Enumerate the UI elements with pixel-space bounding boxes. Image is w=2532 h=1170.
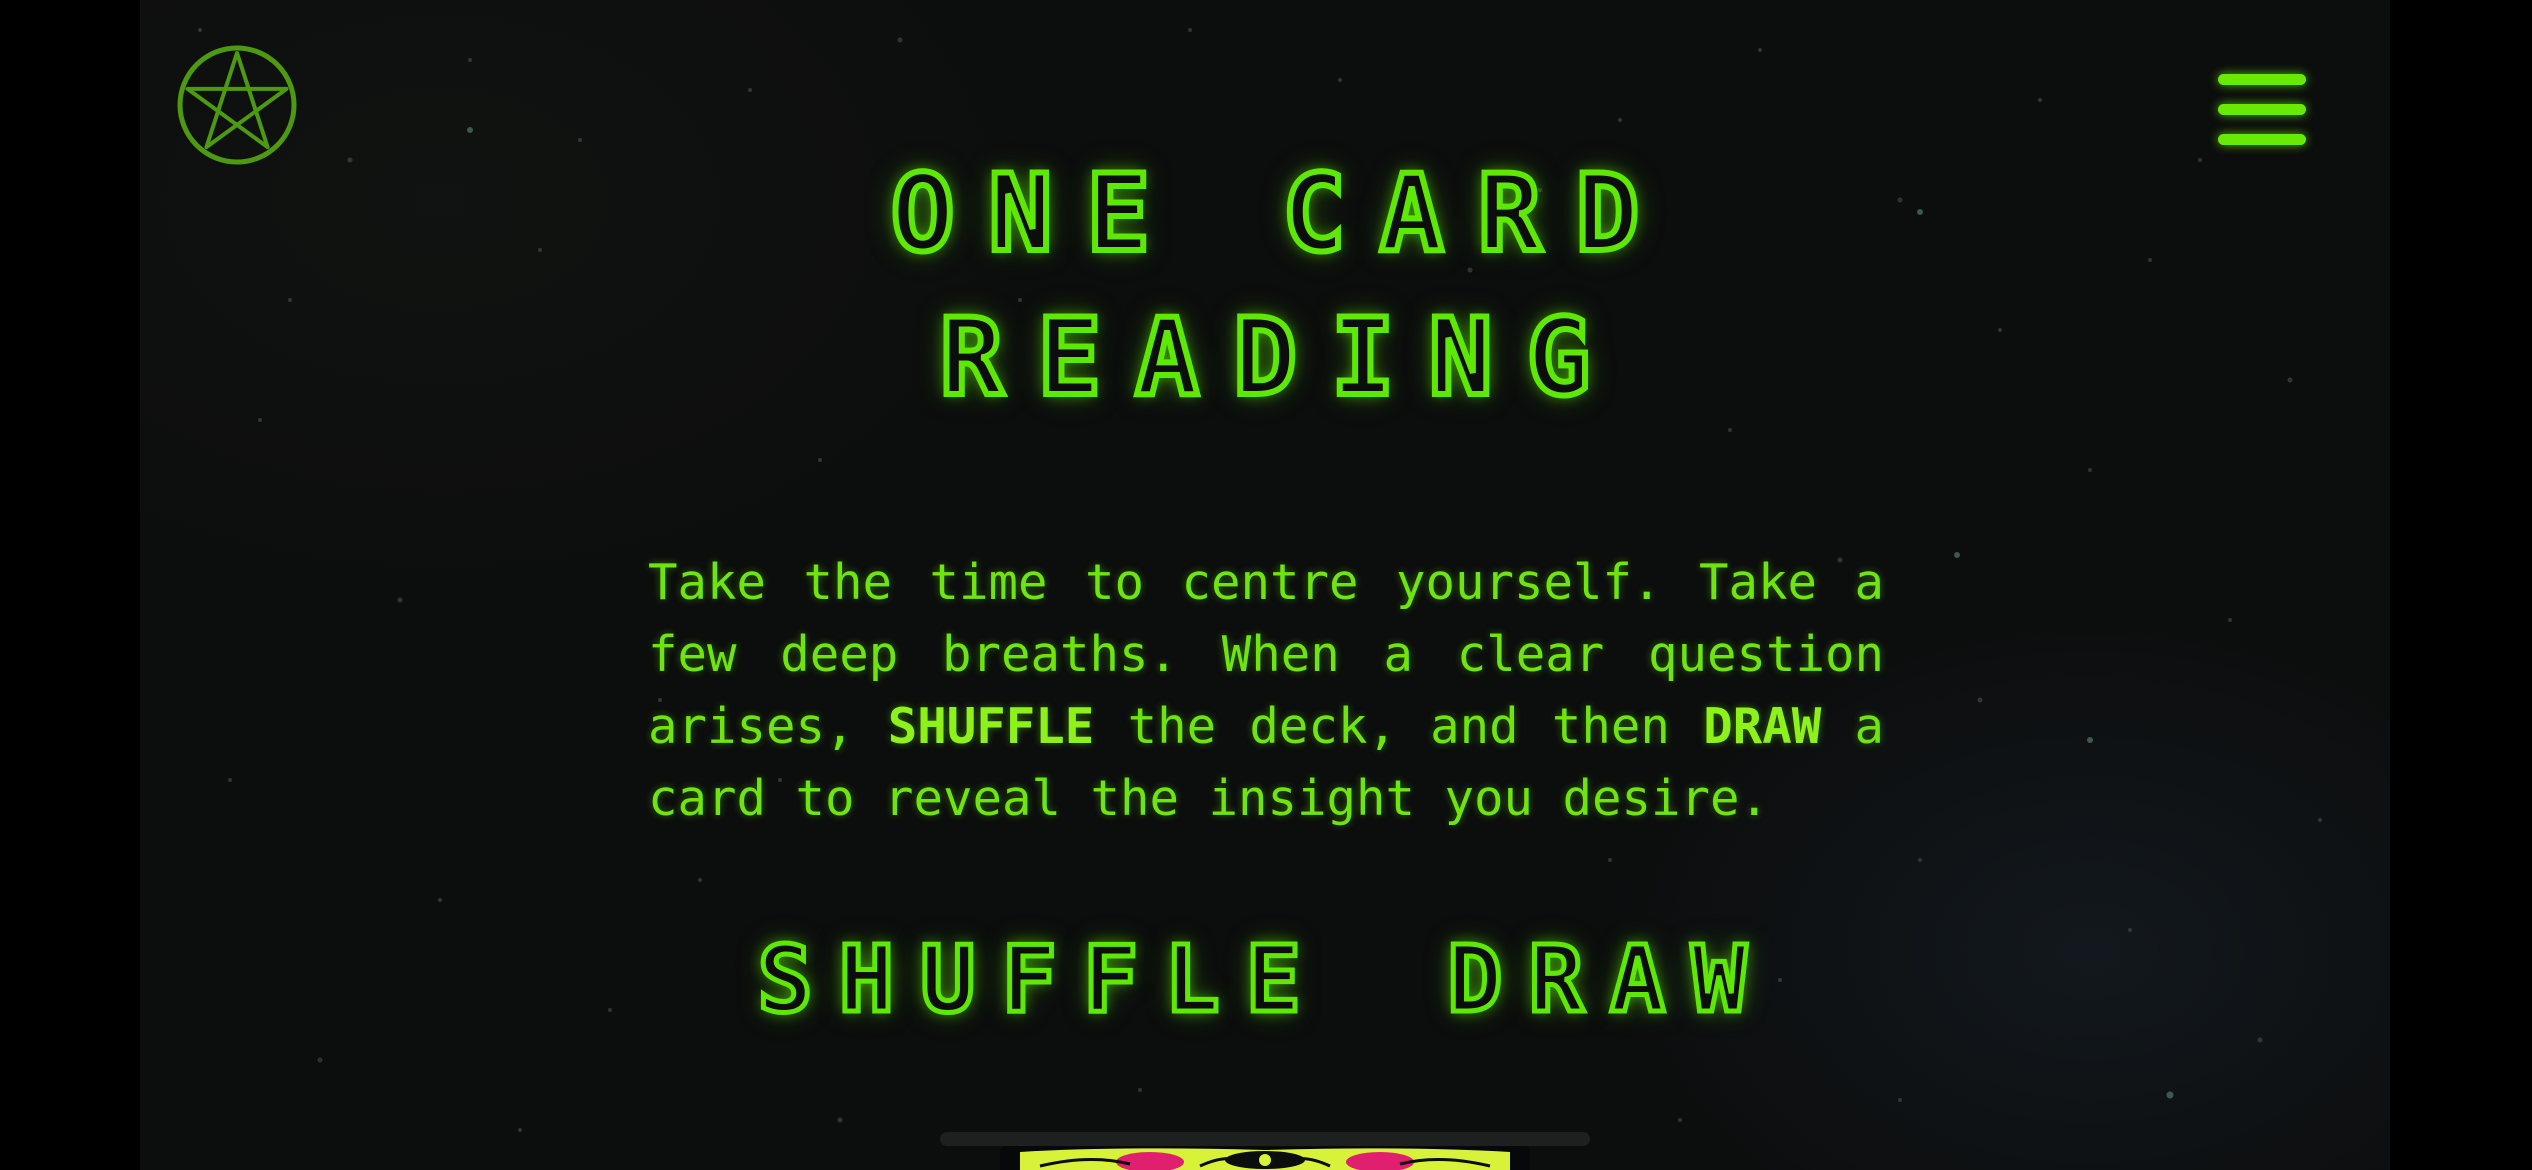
intro-instructions: Take the time to centre yourself. Take a… [648, 547, 1884, 835]
page-title-line-1: ONE CARD [888, 149, 1674, 278]
intro-keyword-draw: DRAW [1703, 698, 1822, 755]
deck-shadow [940, 1132, 1590, 1146]
right-letterbox [2390, 0, 2532, 1170]
hamburger-menu-icon-bar [2218, 104, 2306, 115]
card-ornament-icon [1000, 1146, 1530, 1170]
reading-stage: ONE CARD READING Take the time to centre… [140, 0, 2390, 1170]
hamburger-menu-icon-bar [2218, 74, 2306, 85]
draw-button[interactable]: DRAW [1445, 924, 1773, 1036]
intro-keyword-shuffle: SHUFFLE [887, 698, 1095, 755]
intro-text-part-2: the deck, and then [1094, 698, 1704, 755]
hamburger-menu-button[interactable] [2214, 70, 2308, 150]
reading-actions: SHUFFLE DRAW [140, 924, 2390, 1036]
page-title: ONE CARD READING [140, 142, 2390, 430]
tarot-card-back[interactable] [1000, 1146, 1530, 1170]
page-title-line-2: READING [937, 293, 1625, 422]
shuffle-button[interactable]: SHUFFLE [755, 924, 1327, 1036]
left-letterbox [0, 0, 140, 1170]
